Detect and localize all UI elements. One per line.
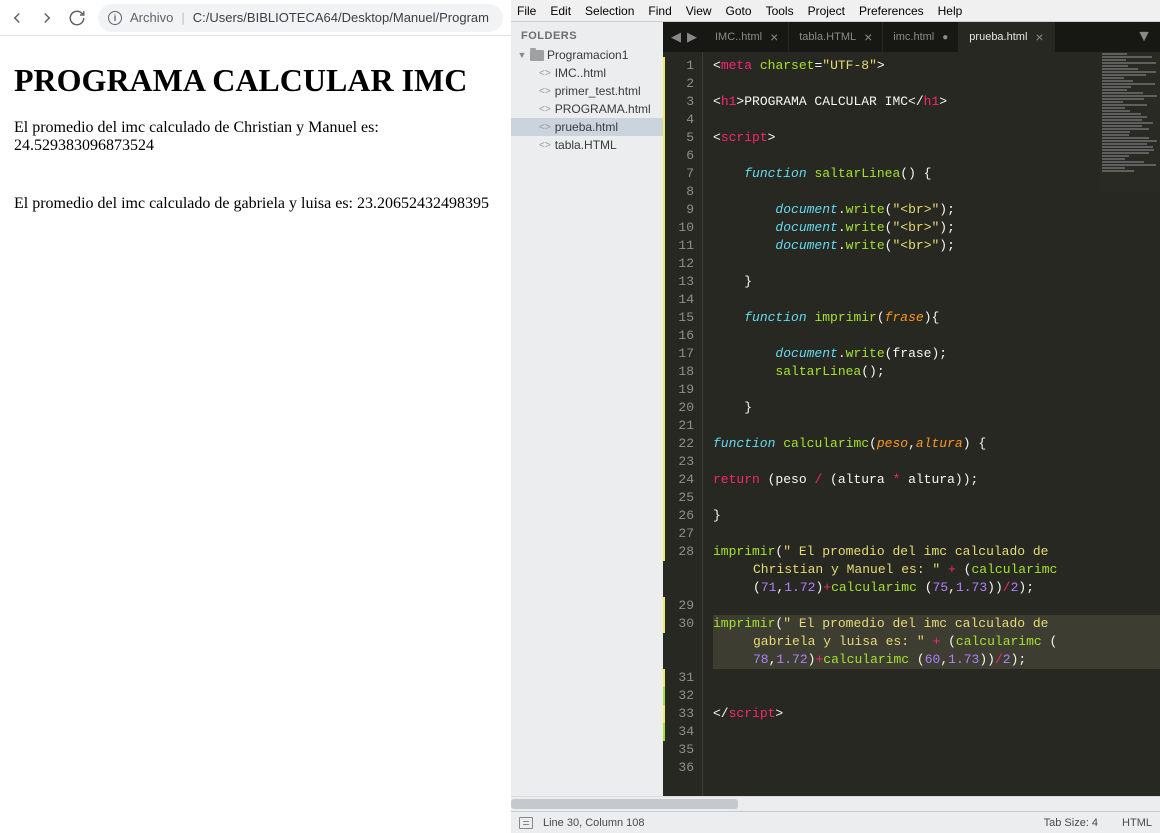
- modified-indicator-icon[interactable]: [942, 31, 948, 43]
- back-button[interactable]: [8, 9, 26, 27]
- code-editor[interactable]: 1234567891011121314151617181920212223242…: [663, 52, 1160, 796]
- file-name: tabla.HTML: [555, 138, 617, 152]
- file-item[interactable]: <> tabla.HTML: [511, 136, 663, 154]
- folder-row[interactable]: ▼ Programacion1: [511, 46, 663, 64]
- file-name: prueba.html: [555, 120, 618, 134]
- result-text-2: El promedio del imc calculado de gabriel…: [14, 195, 497, 213]
- close-tab-icon[interactable]: [864, 29, 872, 45]
- menu-bar: File Edit Selection Find View Goto Tools Projec…: [511, 0, 1160, 22]
- code-area: ◀ ▶ IMC..html tabla.HTML imc.html prueba.ht…: [663, 22, 1160, 796]
- sidebar-title: FOLDERS: [511, 22, 663, 46]
- url-label: Archivo: [130, 10, 173, 25]
- status-tab-size[interactable]: Tab Size: 4: [1044, 817, 1098, 829]
- editor-window: File Edit Selection Find View Goto Tools Projec…: [511, 0, 1160, 833]
- file-item[interactable]: <> primer_test.html: [511, 82, 663, 100]
- browser-window: i Archivo | C:/Users/BIBLIOTECA64/Deskto…: [0, 0, 511, 833]
- menu-preferences[interactable]: Preferences: [859, 4, 924, 18]
- url-path: C:/Users/BIBLIOTECA64/Desktop/Manuel/Pro…: [193, 10, 489, 25]
- file-icon: <>: [539, 140, 551, 151]
- file-name: PROGRAMA.html: [555, 102, 651, 116]
- status-bar: Line 30, Column 108 Tab Size: 4 HTML: [511, 811, 1160, 833]
- tab-label: tabla.HTML: [799, 31, 856, 43]
- tab-label: IMC..html: [715, 31, 762, 43]
- menu-edit[interactable]: Edit: [550, 4, 571, 18]
- panel-icon[interactable]: [519, 817, 533, 829]
- menu-project[interactable]: Project: [808, 4, 845, 18]
- tab-next-icon[interactable]: ▶: [685, 29, 699, 45]
- menu-goto[interactable]: Goto: [726, 4, 752, 18]
- editor-tab[interactable]: IMC..html: [705, 22, 789, 52]
- close-tab-icon[interactable]: [770, 29, 778, 45]
- browser-toolbar: i Archivo | C:/Users/BIBLIOTECA64/Deskto…: [0, 0, 511, 36]
- page-heading: PROGRAMA CALCULAR IMC: [14, 62, 497, 99]
- code-content[interactable]: <meta charset="UTF-8"><h1>PROGRAMA CALCU…: [703, 52, 1160, 796]
- menu-view[interactable]: View: [686, 4, 712, 18]
- minimap[interactable]: [1100, 52, 1160, 192]
- forward-button[interactable]: [38, 9, 56, 27]
- sidebar: FOLDERS ▼ Programacion1 <> IMC..html <> pri…: [511, 22, 663, 796]
- scrollbar-thumb[interactable]: [511, 799, 738, 809]
- menu-help[interactable]: Help: [938, 4, 963, 18]
- reload-button[interactable]: [68, 9, 86, 27]
- file-icon: <>: [539, 68, 551, 79]
- file-icon: <>: [539, 122, 551, 133]
- disclosure-triangle-icon: ▼: [517, 50, 527, 60]
- file-icon: <>: [539, 86, 551, 97]
- tab-prev-icon[interactable]: ◀: [669, 29, 683, 45]
- horizontal-scrollbar[interactable]: [511, 796, 1160, 811]
- editor-tab[interactable]: imc.html: [883, 22, 959, 52]
- tab-nav: ◀ ▶: [663, 22, 705, 52]
- menu-file[interactable]: File: [517, 4, 536, 18]
- tab-label: prueba.html: [969, 31, 1027, 43]
- editor-tab[interactable]: tabla.HTML: [789, 22, 883, 52]
- status-syntax[interactable]: HTML: [1122, 817, 1152, 829]
- result-text-1: El promedio del imc calculado de Christi…: [14, 119, 497, 155]
- tabs-row: ◀ ▶ IMC..html tabla.HTML imc.html prueba.ht…: [663, 22, 1160, 52]
- info-icon: i: [108, 11, 122, 25]
- folder-name: Programacion1: [547, 48, 628, 62]
- tab-label: imc.html: [893, 31, 934, 43]
- close-tab-icon[interactable]: [1035, 29, 1043, 45]
- folder-icon: [530, 50, 544, 61]
- menu-find[interactable]: Find: [648, 4, 671, 18]
- menu-tools[interactable]: Tools: [766, 4, 794, 18]
- gutter: 1234567891011121314151617181920212223242…: [663, 52, 703, 796]
- file-item[interactable]: <> PROGRAMA.html: [511, 100, 663, 118]
- file-icon: <>: [539, 104, 551, 115]
- editor-tab[interactable]: prueba.html: [959, 22, 1054, 52]
- tab-overflow-button[interactable]: ▼: [1128, 22, 1160, 52]
- file-item[interactable]: <> prueba.html: [511, 118, 663, 136]
- file-name: primer_test.html: [555, 84, 641, 98]
- file-item[interactable]: <> IMC..html: [511, 64, 663, 82]
- menu-selection[interactable]: Selection: [585, 4, 634, 18]
- file-name: IMC..html: [555, 66, 606, 80]
- address-bar[interactable]: i Archivo | C:/Users/BIBLIOTECA64/Deskto…: [98, 4, 503, 32]
- browser-content: PROGRAMA CALCULAR IMC El promedio del im…: [0, 36, 511, 267]
- status-position[interactable]: Line 30, Column 108: [543, 817, 645, 829]
